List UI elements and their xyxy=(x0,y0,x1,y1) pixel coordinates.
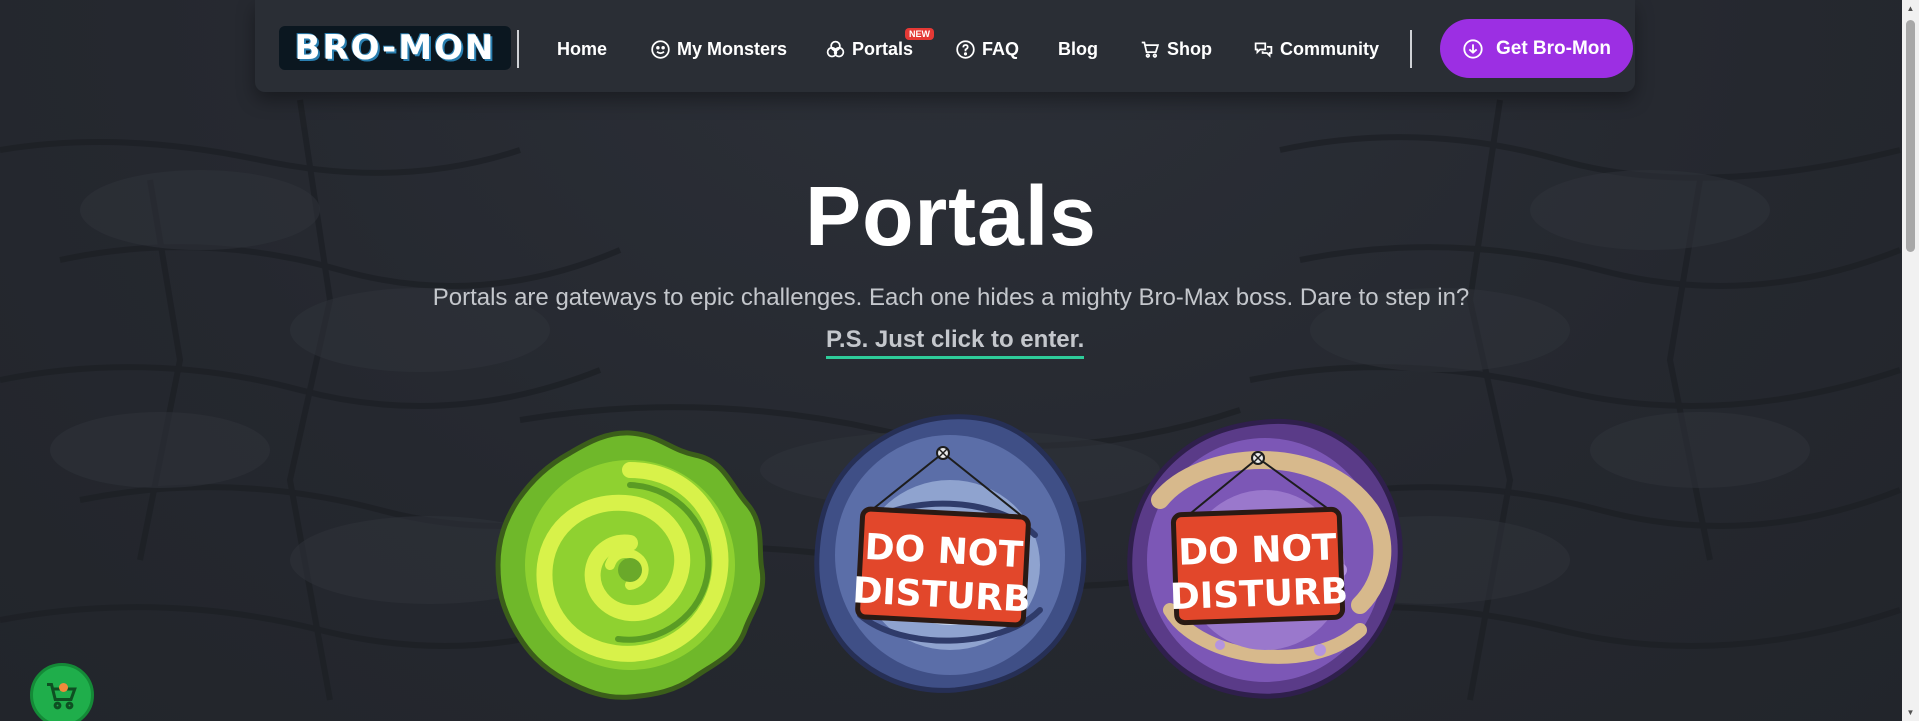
floating-cart-button[interactable] xyxy=(30,663,94,721)
get-bro-mon-button[interactable]: Get Bro-Mon xyxy=(1440,19,1633,78)
blue-portal-image: DO NOT DISTURB xyxy=(814,414,1087,693)
scrollbar-thumb[interactable] xyxy=(1906,20,1915,252)
header-divider-right xyxy=(1410,30,1412,68)
nav-community-label: Community xyxy=(1280,38,1379,59)
header-divider xyxy=(517,30,519,68)
nav-shop[interactable]: Shop xyxy=(1140,36,1212,62)
page-scrollbar[interactable]: ▲ ▼ xyxy=(1902,0,1919,721)
blue-portal[interactable]: DO NOT DISTURB xyxy=(805,405,1095,710)
download-circle-icon xyxy=(1463,38,1483,59)
enter-hint-link[interactable]: P.S. Just click to enter. xyxy=(826,326,1085,359)
get-bro-mon-label: Get Bro-Mon xyxy=(1495,37,1612,59)
new-badge: NEW xyxy=(905,28,934,40)
purple-portal-image: DO NOT DISTURB xyxy=(1127,418,1403,699)
green-portal-image xyxy=(495,430,766,700)
nav-my-monsters-label: My Monsters xyxy=(677,38,788,59)
nav-home-label: Home xyxy=(557,38,608,59)
green-portal[interactable] xyxy=(490,425,770,710)
page-title: Portals xyxy=(805,169,1097,263)
portal-icon xyxy=(826,40,845,57)
site-header: BRO-MON Home My Monsters Portals NEW FAQ xyxy=(255,0,1635,92)
nav-portals-label: Portals xyxy=(852,38,914,59)
smiley-icon xyxy=(651,39,670,59)
nav-home[interactable]: Home xyxy=(557,36,607,62)
page-subtitle: Portals are gateways to epic challenges.… xyxy=(432,284,1470,311)
scroll-up-icon[interactable]: ▲ xyxy=(1902,0,1919,17)
nav-community[interactable]: Community xyxy=(1253,36,1379,62)
scroll-down-icon[interactable]: ▼ xyxy=(1902,704,1919,721)
question-circle-icon xyxy=(956,39,975,59)
cart-icon xyxy=(1141,41,1160,58)
sign-text-line2: DISTURB xyxy=(1169,571,1348,618)
purple-portal[interactable]: DO NOT DISTURB xyxy=(1120,410,1410,715)
chat-bubbles-icon xyxy=(1254,42,1273,58)
cart-icon xyxy=(47,683,77,710)
nav-shop-label: Shop xyxy=(1167,38,1212,59)
bro-mon-logo[interactable]: BRO-MON xyxy=(279,26,511,70)
nav-blog-label: Blog xyxy=(1058,38,1098,59)
nav-faq-label: FAQ xyxy=(982,38,1020,59)
sign-text-line1: DO NOT xyxy=(864,527,1025,576)
nav-my-monsters[interactable]: My Monsters xyxy=(650,36,787,62)
nav-faq[interactable]: FAQ xyxy=(955,36,1019,62)
nav-blog[interactable]: Blog xyxy=(1058,36,1098,62)
nav-portals[interactable]: Portals xyxy=(825,36,913,62)
logo-text: BRO-MON xyxy=(294,28,496,68)
sign-text-line1: DO NOT xyxy=(1178,527,1338,574)
